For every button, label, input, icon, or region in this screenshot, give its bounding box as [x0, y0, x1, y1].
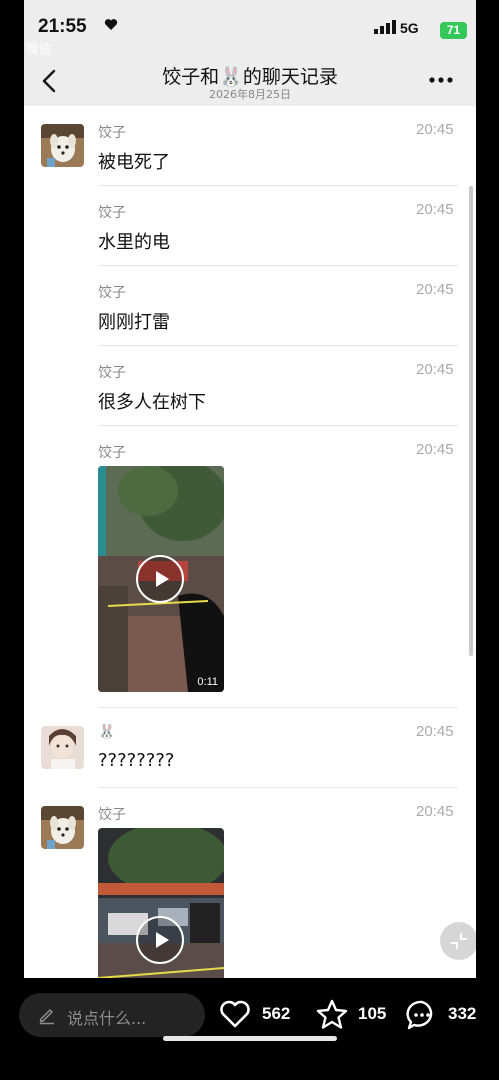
network-type: 5G: [400, 20, 419, 36]
message-time: 20:45: [416, 121, 454, 138]
message-text: ????????: [98, 750, 175, 771]
like-count: 562: [262, 1004, 291, 1023]
sender-name: 🐰: [98, 724, 116, 740]
sender-name: 饺子: [98, 205, 126, 221]
input-placeholder: 说点什么...: [67, 1009, 147, 1028]
play-icon[interactable]: [136, 555, 184, 603]
message-item[interactable]: 饺子 20:45 很多人在树下: [24, 346, 476, 426]
message-item[interactable]: 饺子 20:45 被电死了: [24, 106, 476, 186]
message-text: 水里的电: [98, 232, 170, 253]
video-duration: 0:11: [197, 676, 218, 688]
sender-name: 饺子: [98, 285, 126, 301]
sender-name: 饺子: [98, 365, 126, 381]
pencil-icon: [39, 1008, 54, 1025]
message-text: 很多人在树下: [98, 392, 206, 413]
message-item[interactable]: 饺子 20:45 刚刚打雷: [24, 266, 476, 346]
collapse-button[interactable]: [440, 922, 476, 960]
star-icon: [316, 999, 348, 1029]
interaction-bar: 说点什么... 562 105 332: [0, 978, 499, 1080]
favorite-count: 105: [358, 1004, 387, 1023]
message-time: 20:45: [416, 361, 454, 378]
favorite-button[interactable]: 105: [315, 998, 395, 1032]
sender-name: 饺子: [98, 445, 126, 461]
sender-name: 饺子: [98, 125, 126, 141]
message-time: 20:45: [416, 723, 454, 740]
status-bar: 21:55 ◀微信 5G 71: [24, 0, 476, 56]
heart-icon: [220, 1000, 250, 1028]
message-time: 20:45: [416, 441, 454, 458]
page-date: 2026年8月25日: [209, 88, 291, 101]
message-time: 20:45: [416, 281, 454, 298]
message-time: 20:45: [416, 803, 454, 820]
comment-icon: [406, 1000, 433, 1030]
video-thumbnail[interactable]: [98, 828, 224, 978]
status-time: 21:55: [38, 16, 87, 37]
status-heart-icon: [104, 19, 118, 30]
chat-history-screen: 21:55 ◀微信 5G 71 饺子和🐰的聊天记录 2026年8月25日 饺子 …: [24, 0, 476, 978]
avatar[interactable]: [41, 726, 84, 769]
home-indicator[interactable]: [163, 1036, 337, 1041]
comment-button[interactable]: 332: [405, 998, 491, 1032]
video-thumbnail[interactable]: 0:11: [98, 466, 224, 692]
collapse-icon: [451, 933, 467, 949]
avatar[interactable]: [41, 806, 84, 849]
play-icon[interactable]: [136, 916, 184, 964]
like-button[interactable]: 562: [218, 998, 302, 1032]
battery-badge: 71: [440, 22, 467, 39]
message-time: 20:45: [416, 201, 454, 218]
page-title: 饺子和🐰的聊天记录: [162, 66, 338, 88]
message-item[interactable]: 🐰 20:45 ????????: [24, 708, 476, 788]
signal-icon: [374, 20, 396, 34]
message-list[interactable]: 饺子 20:45 被电死了 饺子 20:45 水里的电 饺子 20:45 刚刚打…: [24, 106, 476, 978]
message-item[interactable]: 饺子 20:45 水里的电: [24, 186, 476, 266]
more-icon[interactable]: [428, 76, 454, 84]
nav-bar: 饺子和🐰的聊天记录 2026年8月25日: [24, 54, 476, 106]
message-item[interactable]: 饺子 20:45 0:11: [24, 426, 476, 708]
message-text: 被电死了: [98, 152, 170, 173]
sender-name: 饺子: [98, 807, 126, 823]
avatar[interactable]: [41, 124, 84, 167]
comment-input[interactable]: 说点什么...: [19, 993, 205, 1037]
message-text: 刚刚打雷: [98, 312, 170, 333]
comment-count: 332: [448, 1004, 477, 1023]
message-item[interactable]: 饺子 20:45: [24, 788, 476, 978]
